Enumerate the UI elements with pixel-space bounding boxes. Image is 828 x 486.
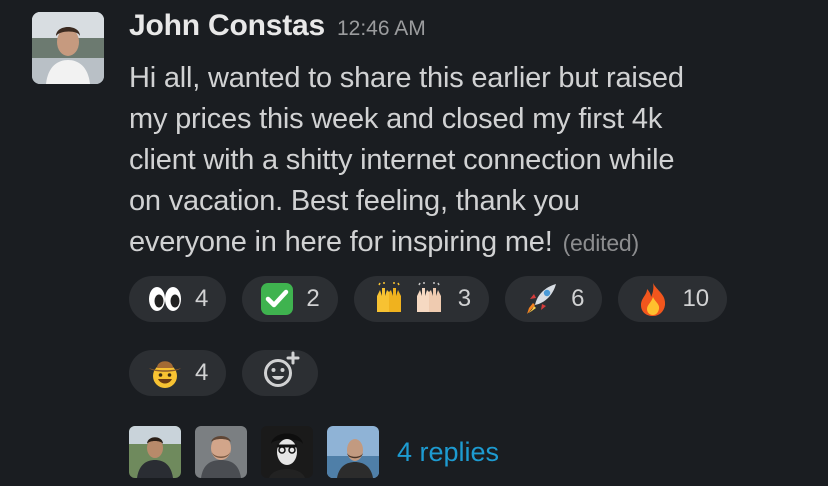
cowboy-face-icon — [147, 356, 183, 390]
reply-avatar[interactable] — [129, 426, 181, 478]
author-name[interactable]: John Constas — [129, 9, 325, 43]
reaction-count: 4 — [195, 359, 209, 386]
message-line-text: everyone in here for inspiring me! — [129, 226, 553, 258]
reaction-count: 4 — [195, 285, 209, 312]
reaction-count: 2 — [306, 285, 320, 312]
reply-avatar-photo — [129, 426, 181, 478]
fire-icon — [636, 281, 670, 317]
rocket-icon — [523, 281, 559, 317]
reaction-raised-hands[interactable]: 3 — [353, 276, 490, 322]
reaction-count: 10 — [682, 285, 710, 312]
check-mark-icon — [260, 282, 294, 316]
reaction-count: 6 — [571, 285, 585, 312]
message-line: client with a shitty internet connection… — [129, 144, 675, 176]
reply-avatar[interactable] — [261, 426, 313, 478]
reaction-rocket[interactable]: 6 — [505, 276, 603, 322]
reply-avatar[interactable] — [195, 426, 247, 478]
add-reaction-button[interactable] — [242, 350, 319, 396]
eyes-icon — [147, 285, 183, 313]
reaction-cowboy[interactable]: 4 — [129, 350, 227, 396]
reply-avatar-photo — [195, 426, 247, 478]
author-photo — [32, 12, 104, 84]
reaction-fire[interactable]: 10 — [618, 276, 728, 322]
author-avatar[interactable] — [32, 12, 104, 84]
replies-link[interactable]: 4 replies — [397, 437, 499, 468]
thread-replies: 4 replies — [129, 426, 499, 478]
reactions-row: 4 — [129, 350, 319, 396]
raised-hands-icon — [372, 282, 446, 316]
edited-label: (edited) — [562, 230, 640, 256]
reply-avatar[interactable] — [327, 426, 379, 478]
reaction-check-mark[interactable]: 2 — [242, 276, 338, 322]
message-header: John Constas 12:46 AM — [129, 9, 426, 49]
message-line: on vacation. Best feeling, thank you — [129, 185, 580, 217]
reaction-count: 3 — [457, 285, 472, 312]
message-line-last: everyone in here for inspiring me! (edite… — [129, 222, 809, 264]
reaction-eyes[interactable]: 4 — [129, 276, 227, 322]
reply-avatar-photo — [327, 426, 379, 478]
message-timestamp[interactable]: 12:46 AM — [337, 17, 426, 41]
reactions-row: 4 2 3 6 10 — [129, 276, 728, 322]
reply-avatar-photo — [261, 426, 313, 478]
add-reaction-icon — [260, 351, 300, 396]
message-line: my prices this week and closed my first … — [129, 103, 663, 135]
message-line: Hi all, wanted to share this earlier but… — [129, 62, 684, 94]
message-body: Hi all, wanted to share this earlier but… — [129, 58, 809, 264]
